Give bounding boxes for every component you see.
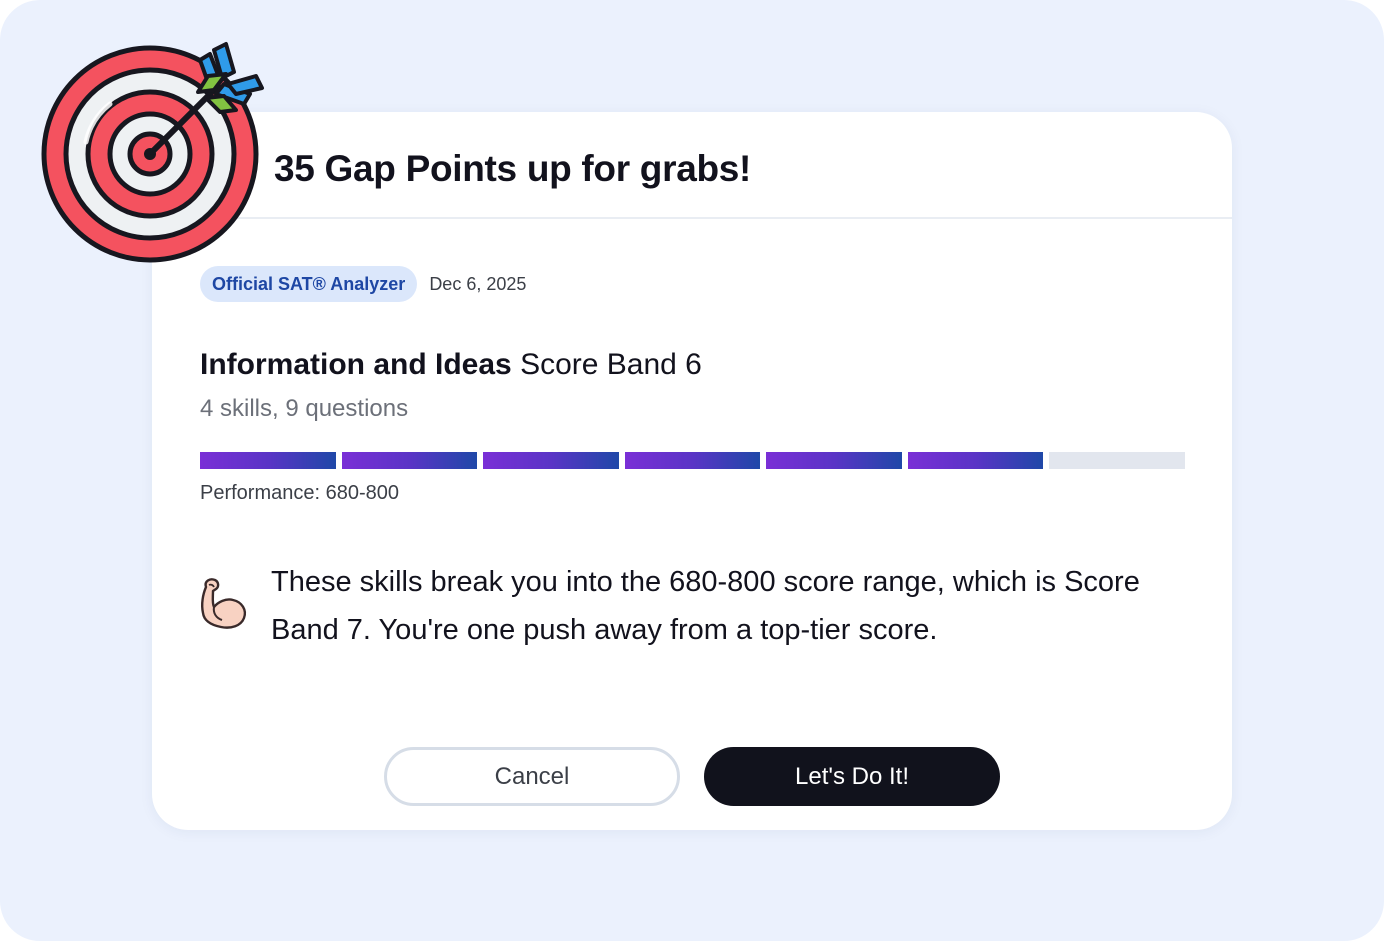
analysis-date: Dec 6, 2025 (429, 273, 527, 294)
band-segment-filled (624, 452, 761, 469)
score-band-progress (200, 452, 1186, 469)
performance-range: Performance: 680-800 (200, 482, 400, 504)
band-segment-filled (907, 452, 1044, 469)
page-background: 35 Gap Points up for grabs! Official SAT… (0, 0, 1384, 941)
analyzer-badge: Official SAT® Analyzer (200, 266, 418, 302)
band-segment-filled (483, 452, 619, 469)
lets-do-it-button[interactable]: Let's Do It! (704, 747, 1000, 806)
meta-row: Official SAT® Analyzer Dec 6, 2025 (200, 266, 526, 302)
flexed-biceps-icon (201, 578, 247, 629)
score-band: Score Band 6 (520, 348, 702, 381)
dialog-header: 35 Gap Points up for grabs! (152, 112, 1232, 219)
skill-summary: 4 skills, 9 questions (200, 395, 409, 422)
band-segment-filled (341, 452, 478, 469)
cancel-button[interactable]: Cancel (384, 747, 680, 806)
target-arrow-icon (41, 42, 264, 263)
skill-heading: Information and Ideas Score Band 6 (200, 348, 702, 382)
motivation-message: These skills break you into the 680-800 … (271, 566, 1140, 646)
band-segment-filled (200, 452, 336, 469)
skill-name: Information and Ideas (200, 348, 512, 381)
band-segment-filled (766, 452, 902, 469)
dialog-title: 35 Gap Points up for grabs! (274, 148, 752, 189)
gap-points-dialog: 35 Gap Points up for grabs! Official SAT… (152, 112, 1232, 830)
band-segment-empty (1049, 452, 1186, 469)
